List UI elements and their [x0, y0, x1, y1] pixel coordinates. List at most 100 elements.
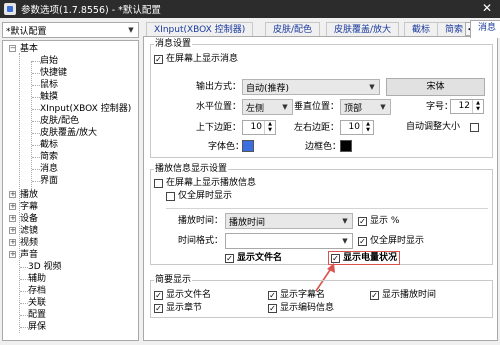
collapse-icon[interactable]: −: [9, 45, 16, 52]
brief-playtime-checkbox[interactable]: ✓: [370, 291, 379, 300]
tree-connector: [20, 315, 28, 316]
font-size-spinner[interactable]: 12 ▲ ▼: [450, 99, 484, 114]
fullscreen-only-2-checkbox[interactable]: ✓: [358, 237, 367, 246]
tree-node-filters[interactable]: 滤镜: [20, 225, 38, 237]
tree-node-skin[interactable]: 皮肤/配色: [40, 115, 79, 127]
font-color-label: 字体色：: [208, 142, 245, 152]
tb-margin-spinner[interactable]: 10 ▲ ▼: [242, 120, 276, 135]
brief-playtime-label: 显示播放时间: [382, 290, 437, 300]
show-percent-checkbox[interactable]: ✓: [358, 217, 367, 226]
show-filename-checkbox[interactable]: ✓: [225, 254, 234, 263]
tree-node-search[interactable]: 简索: [40, 151, 58, 163]
tb-margin-value: 10: [250, 122, 262, 132]
vpos-select[interactable]: 顶部 ▼: [340, 99, 391, 115]
font-button[interactable]: 宋体: [386, 78, 485, 96]
expand-icon[interactable]: +: [9, 215, 16, 222]
play-time-select[interactable]: 播放时间 ▼: [225, 213, 353, 229]
tree-node-hotkeys[interactable]: 快捷键: [40, 67, 67, 79]
tree-connector: [32, 121, 40, 122]
spin-down-icon[interactable]: ▼: [362, 127, 373, 134]
tree-connector: [20, 279, 28, 280]
brief-subtitle-label: 显示字幕名: [280, 290, 326, 300]
tree-node-xinput[interactable]: XInput(XBOX 控制器): [40, 103, 131, 115]
tree-connector: [20, 291, 28, 292]
tree-connector: [32, 97, 40, 98]
hpos-label: 水平位置：: [196, 102, 242, 112]
spin-down-icon[interactable]: ▼: [264, 127, 275, 134]
tree-node-touch[interactable]: 触摸: [40, 91, 58, 103]
brief-codec-checkbox[interactable]: ✓: [268, 304, 277, 313]
tree-node-devices[interactable]: 设备: [20, 213, 38, 225]
brief-chapter-checkbox[interactable]: ✓: [154, 304, 163, 313]
tree-node-badge[interactable]: 截标: [40, 139, 58, 151]
tree-node-playback[interactable]: 播放: [20, 189, 38, 201]
output-method-value: 自动(推荐): [246, 83, 290, 94]
chevron-down-icon: ▼: [282, 103, 288, 111]
font-size-value: 12: [458, 101, 470, 111]
tree-node-startup[interactable]: 启始: [40, 55, 58, 67]
tab-badge[interactable]: 截标: [404, 22, 439, 37]
tree-node-skin-overlay[interactable]: 皮肤覆盖/放大: [40, 127, 97, 139]
profile-select[interactable]: *默认配置 ▼: [2, 22, 139, 38]
tree-node-association[interactable]: 关联: [28, 297, 46, 309]
fullscreen-only-label: 仅全屏时显示: [178, 191, 233, 201]
chevron-down-icon: ▼: [342, 217, 348, 225]
tree-connector: [32, 73, 40, 74]
brief-codec-label: 显示编码信息: [280, 303, 335, 313]
tree-node-config[interactable]: 配置: [28, 309, 46, 321]
title-bar: 参数选项(1.7.8556) - *默认配置 ✕: [0, 0, 500, 18]
tab-messages[interactable]: 消息: [470, 20, 500, 38]
group-title: 简要显示: [154, 275, 193, 286]
tree-node-video[interactable]: 视频: [20, 237, 38, 249]
expand-icon[interactable]: +: [9, 191, 16, 198]
expand-icon[interactable]: +: [9, 203, 16, 210]
tree-node-archive[interactable]: 存档: [28, 285, 46, 297]
lr-margin-spinner[interactable]: 10 ▲ ▼: [340, 120, 374, 135]
tb-margin-label: 上下边距：: [196, 123, 242, 133]
chevron-down-icon: ▼: [342, 237, 348, 245]
messages-panel: 消息设置 ✓ 在屏幕上显示消息 输出方式： 自动(推荐) ▼ 宋体 水平位置： …: [143, 36, 498, 341]
show-playback-info-checkbox[interactable]: [154, 179, 163, 188]
auto-size-checkbox[interactable]: [470, 123, 479, 132]
tree-node-subtitles[interactable]: 字幕: [20, 201, 38, 213]
play-time-label: 播放时间：: [178, 216, 224, 226]
show-playback-info-label: 在屏幕上显示播放信息: [166, 178, 257, 188]
border-color-swatch[interactable]: [340, 140, 352, 152]
tree-node-mouse[interactable]: 鼠标: [40, 79, 58, 91]
output-method-select[interactable]: 自动(推荐) ▼: [242, 79, 380, 95]
tree-node-assist[interactable]: 辅助: [28, 273, 46, 285]
tab-xinput[interactable]: XInput(XBOX 控制器): [146, 22, 254, 37]
show-messages-checkbox[interactable]: ✓: [154, 55, 163, 64]
tab-skin[interactable]: 皮肤/配色: [265, 22, 321, 37]
brief-filename-checkbox[interactable]: ✓: [154, 291, 163, 300]
font-color-swatch[interactable]: [242, 140, 254, 152]
tree-node-messages[interactable]: 消息: [40, 163, 58, 175]
fullscreen-only-checkbox[interactable]: [166, 192, 175, 201]
tree-connector: [32, 181, 40, 182]
hpos-select[interactable]: 左侧 ▼: [242, 99, 293, 115]
hpos-value: 左侧: [246, 103, 265, 114]
brief-subtitle-checkbox[interactable]: ✓: [268, 291, 277, 300]
tree-node-3d-video[interactable]: 3D 视频: [28, 261, 62, 273]
spin-down-icon[interactable]: ▼: [472, 106, 483, 113]
tab-skin-overlay[interactable]: 皮肤覆盖/放大: [326, 22, 400, 37]
tree-connector: [32, 85, 40, 86]
show-percent-label: 显示 %: [370, 216, 400, 226]
settings-tree[interactable]: − 基本 启始 快捷键 鼠标 触摸 XInput(XBOX 控制器) 皮肤/配色…: [2, 40, 139, 341]
expand-icon[interactable]: +: [9, 239, 16, 246]
tree-node-basic[interactable]: 基本: [20, 43, 38, 55]
group-title: 消息设置: [154, 39, 193, 50]
time-format-select[interactable]: ▼: [225, 233, 353, 249]
tree-connector: [32, 169, 40, 170]
group-title: 播放信息显示设置: [154, 164, 229, 175]
close-icon[interactable]: ✕: [482, 1, 492, 15]
tree-connector: [20, 327, 28, 328]
tree-connector: [32, 157, 40, 158]
tree-node-screensaver[interactable]: 屏保: [28, 321, 46, 333]
tree-node-interface[interactable]: 界面: [40, 175, 58, 187]
output-method-label: 输出方式：: [196, 82, 242, 92]
show-messages-label: 在屏幕上显示消息: [166, 54, 239, 64]
expand-icon[interactable]: +: [9, 227, 16, 234]
expand-icon[interactable]: +: [9, 251, 16, 258]
tree-node-audio[interactable]: 声音: [20, 249, 38, 261]
